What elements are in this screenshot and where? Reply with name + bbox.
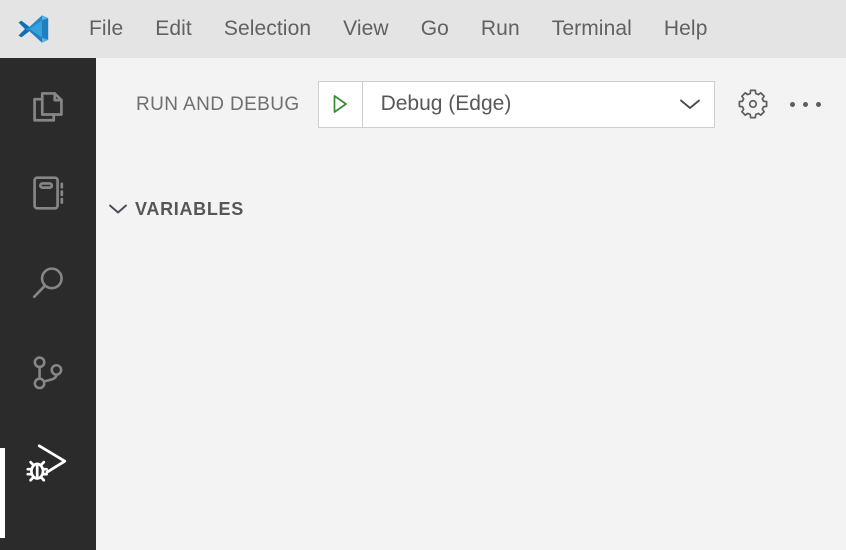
play-triangle-icon: [333, 95, 347, 113]
run-and-debug-panel: RUN AND DEBUG Debug (Edge) VARIABLES: [96, 58, 846, 550]
run-and-debug-icon: [26, 444, 67, 482]
activity-bar-item-source-control[interactable]: [0, 328, 96, 418]
panel-title: RUN AND DEBUG: [136, 93, 300, 115]
gear-icon: [738, 89, 768, 119]
debug-configuration-label: Debug (Edge): [380, 92, 512, 115]
menu-item-view[interactable]: View: [327, 0, 405, 58]
notebook-icon: [33, 176, 64, 210]
activity-bar: [0, 58, 96, 550]
search-icon: [32, 267, 63, 299]
debug-configuration-select[interactable]: Debug (Edge): [317, 80, 715, 128]
section-twisty-variables[interactable]: [104, 202, 132, 216]
menu-item-selection[interactable]: Selection: [208, 0, 327, 58]
section-header-variables[interactable]: VARIABLES: [96, 192, 846, 226]
menu-item-file[interactable]: File: [73, 0, 139, 58]
menu-item-edit[interactable]: Edit: [139, 0, 208, 58]
start-debugging-button[interactable]: [319, 81, 363, 127]
vscode-window: File Edit Selection View Go Run Terminal…: [0, 0, 846, 550]
titlebar: File Edit Selection View Go Run Terminal…: [0, 0, 846, 58]
menu-item-terminal[interactable]: Terminal: [536, 0, 648, 58]
activity-bar-item-search[interactable]: [0, 238, 96, 328]
activity-bar-item-explorer[interactable]: [0, 58, 96, 148]
debug-toolbar: RUN AND DEBUG Debug (Edge): [96, 74, 846, 134]
ellipsis-dot: [790, 101, 796, 107]
views-and-more-actions-button[interactable]: [785, 83, 827, 125]
section-label-variables: VARIABLES: [135, 198, 244, 219]
files-explorer-icon: [33, 92, 63, 122]
activity-bar-item-open-editors[interactable]: [0, 148, 96, 238]
menu-item-run[interactable]: Run: [465, 0, 536, 58]
menu-item-help[interactable]: Help: [648, 0, 724, 58]
chevron-down-icon: [109, 204, 127, 214]
chevron-down-icon: [679, 99, 700, 109]
menubar: File Edit Selection View Go Run Terminal…: [73, 0, 723, 58]
source-control-icon: [33, 356, 63, 390]
menu-item-go[interactable]: Go: [405, 0, 465, 58]
debug-configuration-dropdown-arrow[interactable]: [666, 96, 714, 112]
ellipsis-icon: [790, 101, 822, 107]
section-body-variables: [96, 230, 846, 550]
ellipsis-dot: [816, 101, 822, 107]
activity-bar-active-indicator: [0, 448, 5, 538]
ellipsis-dot: [803, 101, 809, 107]
vscode-logo: [18, 15, 49, 43]
open-launch-settings-button[interactable]: [732, 83, 774, 125]
activity-bar-item-run-and-debug[interactable]: [0, 418, 96, 508]
